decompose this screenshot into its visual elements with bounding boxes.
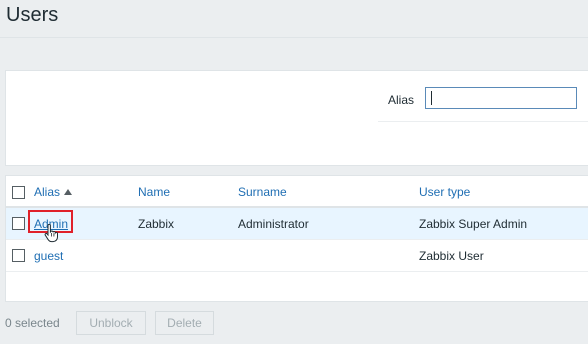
column-header-surname[interactable]: Surname [238, 185, 287, 199]
unblock-button[interactable]: Unblock [76, 311, 146, 335]
column-header-name[interactable]: Name [138, 185, 170, 199]
alias-filter-input[interactable] [425, 87, 577, 109]
user-alias-link[interactable]: guest [34, 249, 63, 263]
row-checkbox[interactable] [12, 217, 25, 230]
filter-panel: Alias [5, 70, 588, 166]
users-table: Alias Name Surname User type Admin Zabbi… [5, 175, 588, 302]
column-header-alias-label: Alias [34, 185, 61, 199]
filter-divider [378, 121, 588, 122]
user-name: Zabbix [138, 217, 175, 231]
table-row: Admin Zabbix Administrator Zabbix Super … [6, 208, 588, 240]
table-row: guest Zabbix User [6, 240, 588, 272]
page-header: Users [0, 0, 588, 38]
delete-button[interactable]: Delete [155, 311, 214, 335]
column-header-user-type[interactable]: User type [419, 185, 470, 199]
table-header-row: Alias Name Surname User type [6, 176, 588, 208]
user-type: Zabbix Super Admin [419, 217, 528, 231]
text-caret [431, 91, 432, 105]
sort-ascending-icon [64, 189, 73, 195]
page-title: Users [6, 4, 59, 26]
user-type: Zabbix User [419, 249, 484, 263]
alias-filter-label: Alias [388, 93, 415, 107]
column-header-alias[interactable]: Alias [34, 185, 73, 199]
user-surname: Administrator [238, 217, 309, 231]
selected-count: 0 selected [5, 316, 60, 330]
select-all-checkbox[interactable] [12, 186, 25, 199]
row-checkbox[interactable] [12, 249, 25, 262]
hand-pointer-icon [44, 224, 58, 243]
